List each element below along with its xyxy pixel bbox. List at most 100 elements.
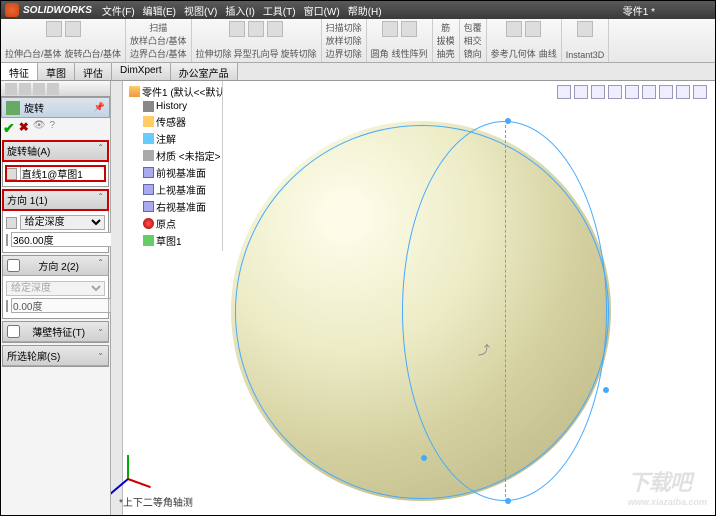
- ribbon-group-fillet: 圆角线性阵列: [367, 19, 433, 62]
- ribbon-group-boss: 拉伸凸台/基体旋转凸台/基体: [1, 19, 126, 62]
- revolve-icon: [6, 101, 20, 115]
- pm-title-bar: 旋转 📌: [1, 97, 110, 118]
- y-axis-icon: [127, 455, 129, 479]
- preview-icon[interactable]: 👁: [33, 120, 46, 137]
- section-contour-header[interactable]: 所选轮廓(S)⌄: [3, 346, 108, 366]
- menu-insert[interactable]: 插入(I): [225, 3, 254, 18]
- revolve-cut-icon[interactable]: [267, 21, 283, 37]
- display-style-icon[interactable]: [642, 85, 656, 99]
- sketch-point: [505, 498, 511, 504]
- cancel-button[interactable]: ✖: [19, 120, 29, 137]
- scene-icon[interactable]: [676, 85, 690, 99]
- tab-evaluate[interactable]: 评估: [75, 63, 112, 80]
- section-dir2-header[interactable]: 方向 2(2)⌃: [3, 256, 108, 276]
- pin-icon[interactable]: 📌: [94, 102, 105, 113]
- help-icon[interactable]: ?: [50, 120, 56, 137]
- revolve-axis-line: [505, 125, 506, 497]
- section-dir2: 方向 2(2)⌃ 给定深度 ▴▾: [2, 255, 109, 319]
- revolve-preview-body[interactable]: ⤴: [231, 121, 611, 501]
- section-thin-header[interactable]: 薄壁特征(T)⌄: [3, 322, 108, 342]
- pm-tab-dimxpert-icon[interactable]: [47, 83, 59, 95]
- section-thin: 薄壁特征(T)⌄: [2, 321, 109, 343]
- tree-item[interactable]: 草图1: [125, 232, 220, 249]
- angle-icon: [6, 234, 8, 246]
- tree-item[interactable]: 传感器: [125, 113, 220, 130]
- plane-icon: [143, 184, 154, 195]
- pm-accept-bar: ✔ ✖ 👁 ?: [1, 118, 110, 139]
- menu-file[interactable]: 文件(F): [102, 3, 135, 18]
- tab-office[interactable]: 办公室产品: [171, 63, 238, 80]
- command-tabs: 特征 草图 评估 DimXpert 办公室产品: [1, 63, 715, 81]
- chevron-up-icon: ⌃: [97, 143, 104, 158]
- pm-tab-feature-icon[interactable]: [5, 83, 17, 95]
- origin-icon: [143, 218, 154, 229]
- tree-root[interactable]: 零件1 (默认<<默认...: [125, 83, 220, 100]
- linear-pattern-icon[interactable]: [401, 21, 417, 37]
- dir2-checkbox[interactable]: [7, 258, 20, 273]
- view-settings-icon[interactable]: [693, 85, 707, 99]
- thin-checkbox[interactable]: [7, 324, 20, 339]
- dir1-type-select[interactable]: 给定深度: [20, 215, 105, 230]
- tree-item[interactable]: 上视基准面: [125, 181, 220, 198]
- ribbon-group-ref: 参考几何体曲线: [487, 19, 562, 62]
- hole-wizard-icon[interactable]: [248, 21, 264, 37]
- section-dir1-header[interactable]: 方向 1(1)⌃: [3, 190, 108, 210]
- sketch-point: [421, 455, 427, 461]
- sensor-icon: [143, 116, 154, 127]
- dir2-type-select[interactable]: 给定深度: [6, 281, 105, 296]
- section-view-icon[interactable]: [608, 85, 622, 99]
- solidworks-logo-icon: [5, 3, 19, 17]
- graphics-viewport[interactable]: 零件1 (默认<<默认... History 传感器 注解 材质 <未指定> 前…: [111, 81, 715, 515]
- reverse-dir-icon[interactable]: [6, 217, 17, 229]
- curves-icon[interactable]: [525, 21, 541, 37]
- menu-help[interactable]: 帮助(H): [348, 3, 382, 18]
- tab-sketch[interactable]: 草图: [38, 63, 75, 80]
- menu-view[interactable]: 视图(V): [184, 3, 217, 18]
- ribbon-group-instant3d: Instant3D: [562, 19, 610, 62]
- revolve-boss-icon[interactable]: [65, 21, 81, 37]
- pm-title-label: 旋转: [24, 100, 44, 115]
- tree-item[interactable]: 前视基准面: [125, 164, 220, 181]
- menu-window[interactable]: 窗口(W): [304, 3, 340, 18]
- pm-tab-property-icon[interactable]: [19, 83, 31, 95]
- tree-item[interactable]: 注解: [125, 130, 220, 147]
- axis-input[interactable]: [20, 166, 105, 181]
- title-bar: SOLIDWORKS 文件(F) 编辑(E) 视图(V) 插入(I) 工具(T)…: [1, 1, 715, 19]
- menu-edit[interactable]: 编辑(E): [143, 3, 176, 18]
- annotation-icon: [143, 133, 154, 144]
- prev-view-icon[interactable]: [591, 85, 605, 99]
- ribbon-group-cut: 拉伸切除异型孔向导旋转切除: [192, 19, 322, 62]
- angle-icon: [6, 300, 8, 312]
- tree-item[interactable]: 原点: [125, 215, 220, 232]
- hide-show-icon[interactable]: [659, 85, 673, 99]
- zoom-fit-icon[interactable]: [557, 85, 571, 99]
- plane-icon: [143, 201, 154, 212]
- extrude-boss-icon[interactable]: [46, 21, 62, 37]
- section-axis-header[interactable]: 旋转轴(A)⌃: [3, 141, 108, 161]
- x-axis-icon: [128, 478, 151, 488]
- ref-geometry-icon[interactable]: [506, 21, 522, 37]
- axis-icon: [6, 168, 17, 180]
- section-axis: 旋转轴(A)⌃: [2, 140, 109, 187]
- section-contour: 所选轮廓(S)⌄: [2, 345, 109, 367]
- section-dir1: 方向 1(1)⌃ 给定深度 ▴▾: [2, 189, 109, 253]
- tab-dimxpert[interactable]: DimXpert: [112, 63, 171, 80]
- chevron-up-icon: ⌃: [97, 258, 104, 273]
- extrude-cut-icon[interactable]: [229, 21, 245, 37]
- menu-tools[interactable]: 工具(T): [263, 3, 296, 18]
- pm-tab-config-icon[interactable]: [33, 83, 45, 95]
- plane-icon: [143, 167, 154, 178]
- tree-item[interactable]: History: [125, 100, 220, 113]
- chevron-up-icon: ⌃: [97, 192, 104, 207]
- sketch-point: [603, 387, 609, 393]
- tab-features[interactable]: 特征: [1, 63, 38, 80]
- instant3d-icon[interactable]: [577, 21, 593, 37]
- view-orient-icon[interactable]: [625, 85, 639, 99]
- tree-item[interactable]: 材质 <未指定>: [125, 147, 220, 164]
- tree-item[interactable]: 右视基准面: [125, 198, 220, 215]
- zoom-area-icon[interactable]: [574, 85, 588, 99]
- orientation-triad[interactable]: [121, 445, 161, 485]
- fillet-icon[interactable]: [382, 21, 398, 37]
- accept-button[interactable]: ✔: [3, 120, 15, 137]
- part-icon: [129, 86, 140, 97]
